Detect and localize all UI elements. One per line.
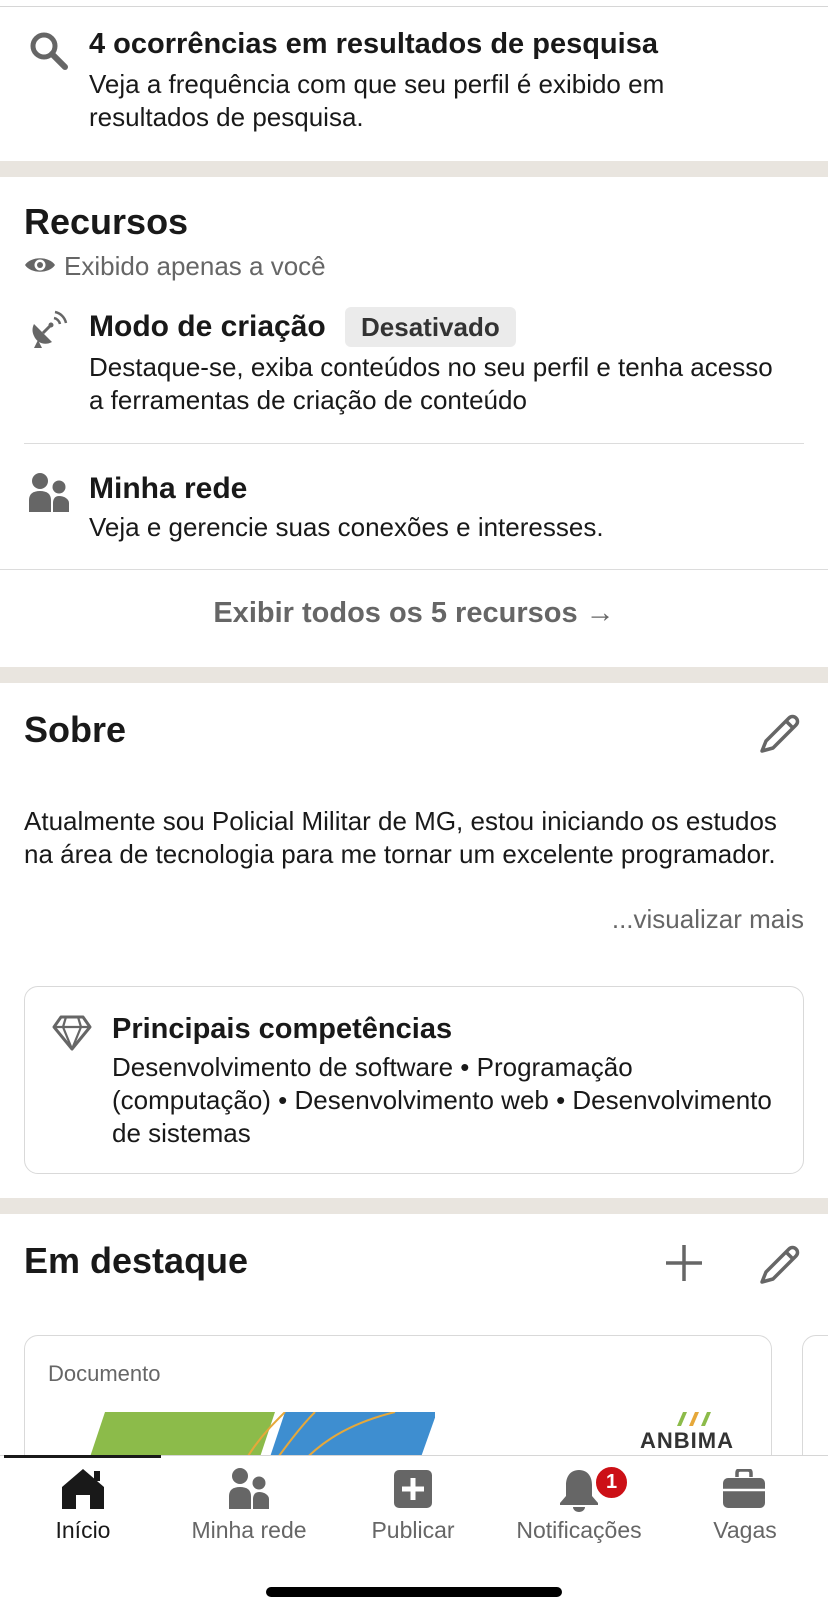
diamond-icon bbox=[52, 1015, 92, 1051]
document-type-label: Documento bbox=[48, 1361, 161, 1386]
briefcase-icon bbox=[723, 1469, 765, 1508]
anbima-logo-text: ANBIMA bbox=[640, 1428, 734, 1453]
nav-label: Minha rede bbox=[191, 1517, 307, 1543]
top-skills-title: Principais competências bbox=[112, 1013, 453, 1045]
people-icon bbox=[229, 1468, 269, 1509]
section-separator bbox=[0, 1198, 828, 1214]
search-appearances-title: 4 ocorrências em resultados de pesquisa bbox=[89, 28, 658, 60]
see-more-link[interactable]: ...visualizar mais bbox=[612, 904, 804, 935]
resource-item-title: Modo de criação bbox=[89, 310, 326, 343]
top-divider bbox=[0, 6, 828, 7]
visibility-note: Exibido apenas a você bbox=[64, 251, 326, 281]
home-indicator bbox=[266, 1587, 562, 1597]
nav-label: Início bbox=[55, 1517, 111, 1543]
item-divider bbox=[24, 443, 804, 444]
plus-square-icon bbox=[394, 1470, 432, 1508]
edit-pencil-icon[interactable] bbox=[758, 709, 802, 753]
active-tab-indicator bbox=[4, 1455, 161, 1458]
people-icon bbox=[29, 473, 69, 512]
resource-item-description: Destaque-se, exiba conteúdos no seu perf… bbox=[89, 352, 773, 415]
show-all-resources-link[interactable]: Exibir todos os 5 recursos → bbox=[0, 597, 828, 630]
anbima-logo-mark bbox=[677, 1412, 711, 1426]
nav-label: Notificações bbox=[516, 1517, 642, 1543]
resource-item-description: Veja e gerencie suas conexões e interess… bbox=[89, 512, 604, 542]
about-text: Atualmente sou Policial Militar de MG, e… bbox=[24, 806, 777, 869]
eye-icon bbox=[25, 258, 55, 272]
search-icon bbox=[30, 32, 68, 70]
search-appearances-description: Veja a frequência com que seu perfil é e… bbox=[89, 69, 665, 132]
section-separator bbox=[0, 161, 828, 177]
section-divider bbox=[0, 569, 828, 570]
section-separator bbox=[0, 667, 828, 683]
nav-label: Publicar bbox=[371, 1517, 455, 1543]
top-skills-list: Desenvolvimento de software • Programaçã… bbox=[112, 1052, 772, 1148]
notification-count-badge: 1 bbox=[593, 1464, 630, 1501]
status-badge: Desativado bbox=[345, 307, 516, 347]
satellite-dish-icon bbox=[32, 310, 68, 348]
home-icon bbox=[62, 1469, 104, 1509]
edit-pencil-icon[interactable] bbox=[758, 1240, 802, 1284]
add-icon[interactable] bbox=[664, 1243, 704, 1283]
resource-item-title: Minha rede bbox=[89, 472, 248, 505]
resources-title: Recursos bbox=[24, 201, 189, 242]
nav-label: Vagas bbox=[713, 1517, 777, 1543]
about-title: Sobre bbox=[24, 709, 127, 750]
featured-title: Em destaque bbox=[24, 1240, 249, 1281]
